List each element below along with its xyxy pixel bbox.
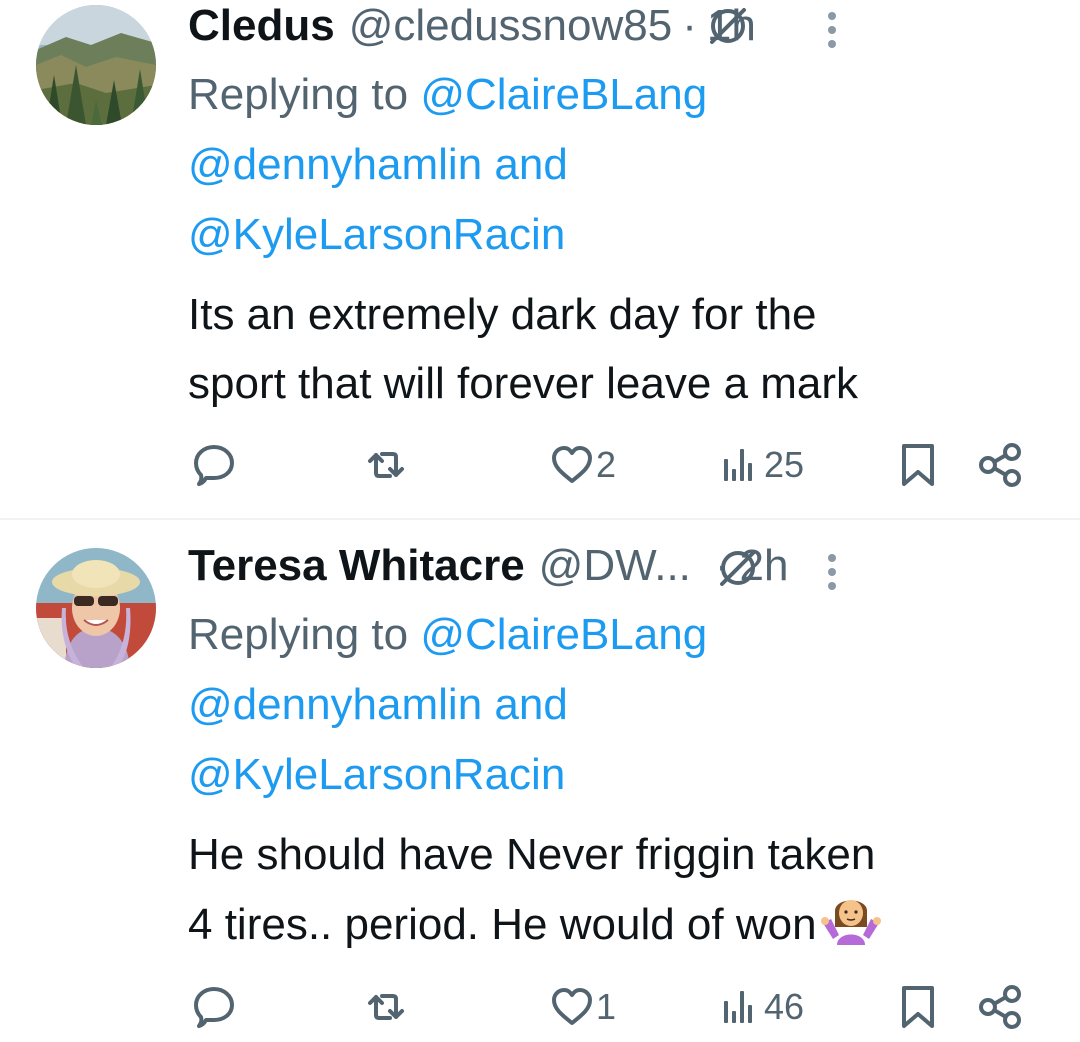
views-icon (724, 991, 752, 1023)
tweet-header: Cledus @cledussnow85 · 1h (188, 0, 1018, 52)
grok-icon[interactable] (706, 4, 750, 48)
replying-to: Replying to @ClaireBLang @dennyhamlin an… (188, 60, 1018, 270)
bookmark-icon (902, 444, 934, 486)
bookmark-button[interactable] (896, 983, 940, 1031)
like-count: 2 (596, 444, 617, 485)
replying-to-and[interactable]: and (482, 680, 567, 729)
tweet[interactable]: Cledus @cledussnow85 · 1h Replying to @C… (0, 0, 1080, 518)
tweet-text-line: He should have Never friggin taken (188, 830, 876, 879)
grok-icon[interactable] (716, 546, 760, 590)
view-count: 46 (764, 986, 805, 1027)
more-icon[interactable] (827, 8, 837, 52)
retweet-icon (368, 452, 404, 478)
mention-link[interactable]: @KyleLarsonRacin (188, 210, 565, 259)
tweet-actions: 2 25 (188, 441, 1028, 489)
retweet-button[interactable] (364, 441, 408, 489)
views-button[interactable]: 25 (718, 441, 804, 489)
views-icon (724, 449, 752, 481)
person-shrugging-emoji-icon (820, 889, 881, 945)
tweet[interactable]: Teresa Whitacre @DW... · 2h Replying to … (0, 520, 1080, 1042)
reply-button[interactable] (192, 983, 236, 1031)
mention-link[interactable]: @ClaireBLang (420, 70, 707, 119)
tweet-text-line: 4 tires.. period. He would of won (188, 900, 817, 949)
tweet-content: Teresa Whitacre @DW... · 2h Replying to … (188, 540, 1018, 959)
tweet-text: Its an extremely dark day for the sport … (188, 280, 1018, 418)
like-icon (552, 988, 592, 1025)
like-count: 1 (596, 986, 617, 1027)
bookmark-icon (902, 986, 934, 1028)
mention-link[interactable]: @ClaireBLang (420, 610, 707, 659)
reply-button[interactable] (192, 441, 236, 489)
reply-icon (194, 445, 234, 486)
replying-to: Replying to @ClaireBLang @dennyhamlin an… (188, 600, 1018, 810)
landscape-avatar-icon (36, 5, 156, 125)
reply-icon (194, 987, 234, 1028)
share-icon (979, 443, 1021, 487)
tweet-actions: 1 46 (188, 983, 1028, 1031)
mention-link[interactable]: @dennyhamlin (188, 680, 482, 729)
display-name[interactable]: Teresa Whitacre (188, 540, 525, 592)
mention-link[interactable]: @dennyhamlin (188, 140, 482, 189)
view-count: 25 (764, 444, 805, 485)
replying-to-and[interactable]: and (482, 140, 567, 189)
avatar[interactable] (36, 548, 156, 668)
bookmark-button[interactable] (896, 441, 940, 489)
tweet-text-line: sport that will forever leave a mark (188, 359, 859, 408)
tweet-content: Cledus @cledussnow85 · 1h Replying to @C… (188, 0, 1018, 418)
display-name[interactable]: Cledus (188, 0, 335, 52)
replying-to-label: Replying to (188, 70, 421, 119)
like-icon (552, 446, 592, 483)
like-button[interactable]: 1 (550, 983, 616, 1031)
retweet-icon (368, 994, 404, 1020)
mention-link[interactable]: @KyleLarsonRacin (188, 750, 565, 799)
tweet-text-line: Its an extremely dark day for the (188, 290, 817, 339)
user-handle[interactable]: @cledussnow85 (349, 0, 673, 52)
views-button[interactable]: 46 (718, 983, 804, 1031)
share-icon (979, 985, 1021, 1029)
retweet-button[interactable] (364, 983, 408, 1031)
woman-with-hat-avatar-icon (36, 548, 156, 668)
user-handle[interactable]: @DW... (539, 540, 691, 592)
like-button[interactable]: 2 (550, 441, 616, 489)
tweet-text: He should have Never friggin taken 4 tir… (188, 820, 1018, 959)
replying-to-label: Replying to (188, 610, 421, 659)
separator: · (682, 1, 697, 50)
share-button[interactable] (976, 983, 1024, 1031)
avatar[interactable] (36, 5, 156, 125)
share-button[interactable] (976, 441, 1024, 489)
more-icon[interactable] (827, 550, 837, 594)
tweet-header: Teresa Whitacre @DW... · 2h (188, 540, 1018, 592)
